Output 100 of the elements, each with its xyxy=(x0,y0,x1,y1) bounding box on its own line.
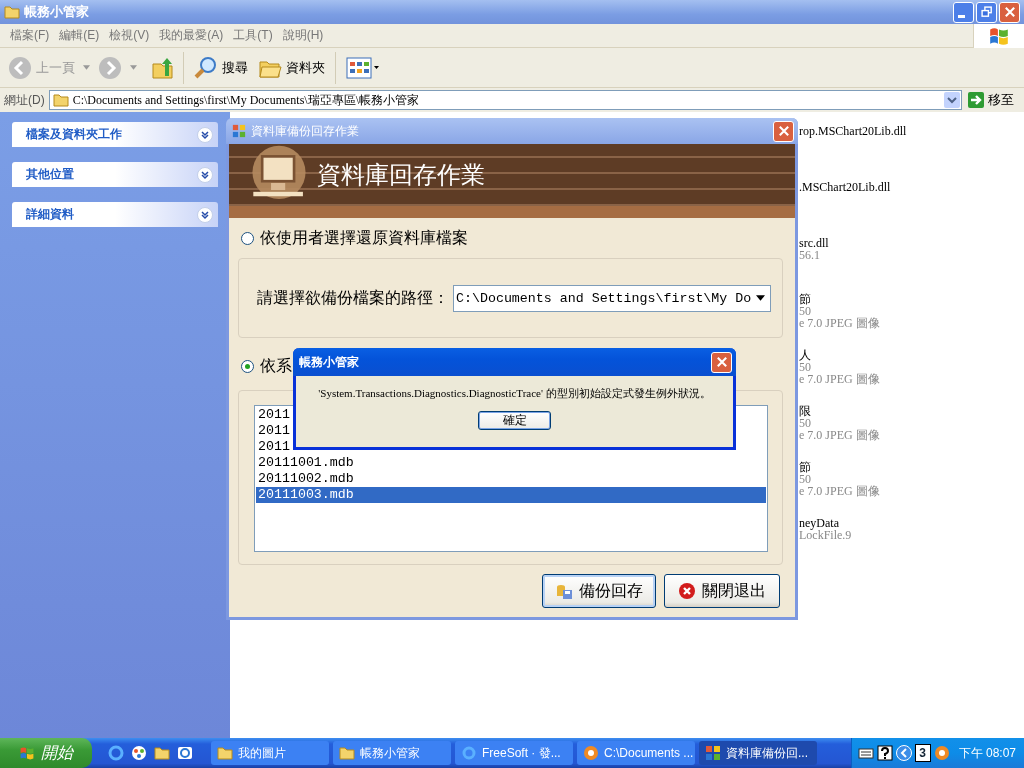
help-icon[interactable] xyxy=(876,745,893,761)
minimize-button[interactable] xyxy=(953,1,974,23)
folder-icon xyxy=(339,745,355,761)
file-name: rop.MSChart20Lib.dll xyxy=(799,125,908,137)
file-name: 人 xyxy=(799,349,812,361)
restore-icon xyxy=(979,5,994,19)
folder-icon xyxy=(4,4,20,20)
file-name: neyData xyxy=(799,517,839,529)
list-item[interactable]: 20111001.mdb xyxy=(256,455,356,471)
list-item[interactable]: 2011 xyxy=(256,439,292,455)
close-icon xyxy=(1002,5,1017,19)
list-item[interactable]: 20111003.mdb xyxy=(256,487,766,503)
clock: 下午 08:07 xyxy=(958,744,1016,762)
file-detail: 50 xyxy=(799,361,812,373)
file-detail: LockFile.9 xyxy=(799,529,853,541)
taskbar-button[interactable]: 帳務小管家 xyxy=(333,741,451,765)
file-name: .MSChart20Lib.dll xyxy=(799,181,892,193)
radio-button[interactable] xyxy=(241,359,254,373)
folder-icon xyxy=(52,92,69,108)
go-button[interactable]: 移至 xyxy=(966,91,1024,109)
menu-item[interactable]: 編輯(E) xyxy=(57,27,108,44)
menu-item[interactable]: 檔案(F) xyxy=(8,27,58,44)
ok-button[interactable]: 確定 xyxy=(478,411,551,430)
taskbar-label: 我的圖片 xyxy=(238,744,286,762)
close-icon xyxy=(714,355,729,369)
menu-item[interactable]: 說明(H) xyxy=(280,27,332,44)
menu-item[interactable]: 我的最愛(A) xyxy=(157,27,232,44)
address-field[interactable]: C:\Documents and Settings\first\My Documents\瑞亞專區\帳務小管家 xyxy=(48,90,962,110)
chevron-icon[interactable] xyxy=(197,126,213,143)
file-name: src.dll xyxy=(799,237,830,249)
taskbar-button[interactable]: 我的圖片 xyxy=(211,741,329,765)
file-name: 限 xyxy=(799,405,812,417)
file-detail: e 7.0 JPEG 圖像 xyxy=(799,429,881,441)
chevron-icon[interactable] xyxy=(197,206,213,223)
radio-button[interactable] xyxy=(241,231,254,245)
file-name: 節 xyxy=(799,293,812,305)
panel-title: 詳細資料 xyxy=(26,206,74,223)
address-label: 網址(D) xyxy=(4,91,45,109)
task-panel-header[interactable]: 檔案及資料夾工作 xyxy=(12,122,218,147)
keyboard-icon[interactable] xyxy=(857,745,874,761)
taskbar-label: 帳務小管家 xyxy=(360,744,420,762)
taskbar-button[interactable]: FreeSoft · 發... xyxy=(455,741,573,765)
close-icon xyxy=(678,582,696,600)
path-dropdown[interactable]: C:\Documents and Settings\first\My Do xyxy=(453,284,771,312)
taskbar-label: FreeSoft · 發... xyxy=(482,744,561,762)
search-button[interactable]: 搜尋 xyxy=(192,50,250,85)
task-panel-header[interactable]: 詳細資料 xyxy=(12,202,218,227)
views-icon xyxy=(346,55,380,80)
taskbar-label: C:\Documents ... xyxy=(604,746,694,760)
tray-badge[interactable]: 3 xyxy=(914,744,931,762)
panel-title: 其他位置 xyxy=(26,166,74,183)
arrow-icon xyxy=(968,92,984,108)
taskbar-button[interactable]: C:\Documents ... xyxy=(577,741,695,765)
file-detail: e 7.0 JPEG 圖像 xyxy=(799,485,881,497)
restore-button[interactable]: 備份回存 xyxy=(542,574,656,608)
close-button[interactable] xyxy=(773,120,794,142)
file-detail: e 7.0 JPEG 圖像 xyxy=(799,317,881,329)
chevron-left-icon[interactable] xyxy=(895,745,912,761)
task-panel-header[interactable]: 其他位置 xyxy=(12,162,218,187)
minimize-icon xyxy=(957,14,965,18)
search-icon xyxy=(194,55,218,80)
file-detail: 50 xyxy=(799,473,812,485)
file-detail: e 7.0 JPEG 圖像 xyxy=(799,373,881,385)
list-item[interactable]: 2011 xyxy=(256,407,292,423)
file-detail: 50 xyxy=(799,305,812,317)
dialog-title: 資料庫備份回存作業 xyxy=(251,122,360,140)
file-detail: 50 xyxy=(799,417,812,429)
banner-title: 資料庫回存作業 xyxy=(317,160,485,190)
panel-title: 檔案及資料夾工作 xyxy=(26,126,122,143)
window-title: 帳務小管家 xyxy=(24,3,90,21)
database-icon xyxy=(555,582,573,600)
error-message: 'System.Transactions.Diagnostics.DiagnosticTrace' 的型別初始設定式發生例外狀況。 xyxy=(318,386,711,401)
file-name: 節 xyxy=(799,461,812,473)
app-icon xyxy=(705,745,721,761)
path-label: 請選擇欲備份檔案的路徑： xyxy=(257,287,449,308)
folder-icon xyxy=(217,745,233,761)
close-button[interactable] xyxy=(711,351,732,373)
list-item[interactable]: 20111002.mdb xyxy=(256,471,356,487)
taskbar-label: 資料庫備份回... xyxy=(726,744,808,762)
close-icon xyxy=(776,124,791,138)
radio-label[interactable]: 依使用者選擇還原資料庫檔案 xyxy=(260,227,468,249)
exit-button[interactable]: 關閉退出 xyxy=(664,574,780,608)
taskbar-button[interactable]: 資料庫備份回... xyxy=(699,741,817,765)
menu-item[interactable]: 工具(T) xyxy=(231,27,281,44)
restore-button[interactable] xyxy=(976,1,997,23)
app-icon xyxy=(232,124,246,138)
menu-item[interactable]: 檢視(V) xyxy=(107,27,158,44)
start-button[interactable]: 開始 xyxy=(0,738,92,768)
chevron-icon[interactable] xyxy=(197,166,213,183)
tray-app-icon[interactable] xyxy=(933,745,950,761)
dropdown-icon[interactable] xyxy=(944,92,960,108)
caret-icon[interactable] xyxy=(756,295,765,301)
close-button[interactable] xyxy=(999,1,1020,23)
folders-button[interactable]: 資料夾 xyxy=(256,50,327,85)
file-detail: 56.1 xyxy=(799,249,821,261)
list-item[interactable]: 2011 xyxy=(256,423,292,439)
radio-label[interactable]: 依系 xyxy=(260,355,292,377)
message-title: 帳務小管家 xyxy=(299,353,360,371)
flag-logo-icon xyxy=(19,745,35,761)
folder-icon[interactable] xyxy=(154,745,170,761)
